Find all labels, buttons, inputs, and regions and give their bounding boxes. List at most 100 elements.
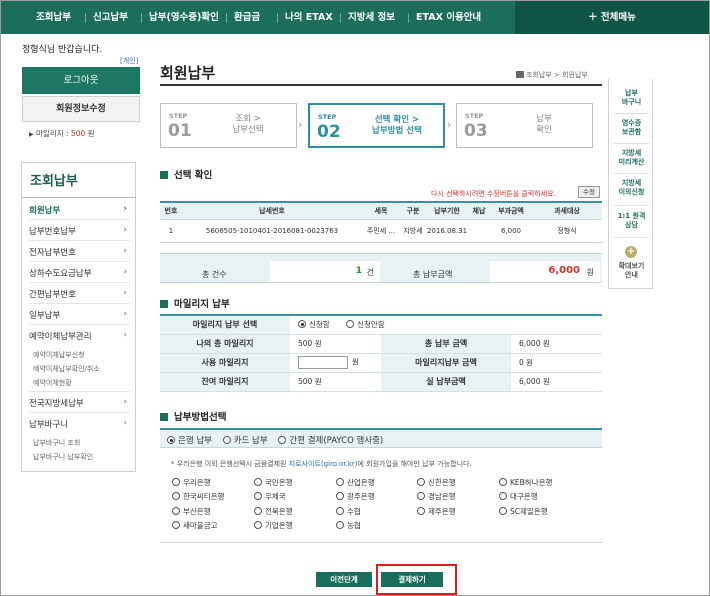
nav-item-my-etax[interactable]: 나의 ETAX bbox=[285, 1, 333, 34]
bank-label: 부산은행 bbox=[183, 507, 211, 516]
nav-divider bbox=[85, 13, 86, 23]
bank-option-citi[interactable]: 한국씨티은행 bbox=[172, 491, 224, 502]
section-bullet-icon bbox=[160, 300, 168, 308]
greeting-text: 정형식님 반갑습니다. bbox=[22, 45, 103, 55]
radio-bank-pay[interactable]: 은행 납부 bbox=[167, 436, 212, 446]
step-text: 조회 > 납부선택 bbox=[203, 114, 293, 136]
sidebar-item-paynum-pay[interactable]: 납부번호납부 › bbox=[29, 225, 130, 237]
chevron-right-icon: › bbox=[123, 309, 127, 319]
sidebar-subitem-basket-confirm[interactable]: 납부바구니 납부확인 bbox=[33, 452, 93, 462]
nav-item-refund[interactable]: 환급금 bbox=[234, 1, 260, 34]
bank-label: 경남은행 bbox=[428, 492, 456, 501]
total-amount-cell: 6,000 원 bbox=[490, 261, 600, 282]
bank-option-kookmin[interactable]: 국민은행 bbox=[254, 477, 293, 488]
divider bbox=[29, 240, 130, 241]
edit-button[interactable]: 수정 bbox=[578, 186, 600, 198]
sidebar-subitem-reserve-status[interactable]: 예약이체현황 bbox=[33, 378, 72, 388]
quick-label: 상담 bbox=[625, 221, 638, 229]
bank-option-ibk[interactable]: 기업은행 bbox=[254, 520, 293, 531]
radio-unchecked-icon bbox=[336, 507, 344, 515]
quick-zoom-guide[interactable]: 확대보기 안내 bbox=[609, 262, 654, 280]
radio-mileage-apply[interactable]: 신청함 bbox=[298, 320, 330, 329]
arrow-right-icon: ▶ bbox=[29, 131, 34, 138]
use-mileage-input[interactable] bbox=[298, 356, 348, 369]
mileage-unit: 원 bbox=[87, 129, 95, 138]
bank-option-post[interactable]: 우체국 bbox=[254, 491, 286, 502]
edit-profile-button[interactable]: 회원정보수정 bbox=[22, 96, 140, 122]
sidebar-title: 조회납부 bbox=[21, 162, 136, 198]
sidebar-subitem-reserve-cancel[interactable]: 예약이체납부확인/취소 bbox=[33, 364, 100, 374]
step-number: 02 bbox=[317, 122, 341, 142]
radio-unchecked-icon bbox=[222, 436, 231, 444]
total-amount-unit: 원 bbox=[586, 268, 594, 277]
quick-tax-calc[interactable]: 지방세 미리계산 bbox=[609, 149, 654, 167]
my-mileage-label: 나의 총 마일리지 bbox=[160, 334, 290, 354]
radio-mileage-decline[interactable]: 신청안함 bbox=[346, 320, 385, 329]
sidebar-item-member-pay[interactable]: 회원납부 › bbox=[29, 204, 130, 216]
sidebar-item-e-paynum[interactable]: 전자납부번호 › bbox=[29, 246, 130, 258]
cell-taxpayer: 정형식 bbox=[532, 219, 602, 243]
quick-remote-support[interactable]: 1:1 원격 상담 bbox=[609, 212, 654, 230]
mileage-value: 500 bbox=[70, 129, 86, 138]
cell-arrears bbox=[468, 219, 490, 243]
sidebar-item-partial-pay[interactable]: 일부납부 › bbox=[29, 309, 130, 321]
nav-item-report-pay[interactable]: 신고납부 bbox=[93, 1, 128, 34]
sidebar-item-reserve-transfer[interactable]: 예약이체납부관리 › bbox=[29, 330, 130, 342]
quick-label: 납부 bbox=[625, 89, 638, 97]
bank-option-suhyup[interactable]: 수협 bbox=[336, 506, 361, 517]
sidebar-subitem-basket-query[interactable]: 납부바구니 조회 bbox=[33, 438, 80, 448]
radio-label: 신청안함 bbox=[357, 320, 385, 330]
giro-link[interactable]: 지로사이트(giro.or.kr) bbox=[289, 460, 358, 468]
sidebar-item-basket[interactable]: 납부바구니 › bbox=[29, 418, 130, 430]
nav-item-local-tax-info[interactable]: 지방세 정보 bbox=[348, 1, 395, 34]
bank-option-mg[interactable]: 새마을금고 bbox=[172, 520, 218, 531]
bank-option-shinhan[interactable]: 신한은행 bbox=[417, 477, 456, 488]
nav-item-etax-guide[interactable]: ETAX 이용안내 bbox=[416, 1, 481, 34]
sidebar-item-label: 일부납부 bbox=[29, 311, 61, 321]
divider bbox=[614, 173, 649, 174]
cell-type: 지방세 bbox=[400, 219, 426, 243]
prev-step-button[interactable]: 이전단계 bbox=[316, 572, 372, 587]
bank-label: 전북은행 bbox=[265, 507, 293, 516]
pay-button[interactable]: 결제하기 bbox=[381, 572, 443, 587]
zoom-plus-icon[interactable]: + bbox=[625, 246, 637, 258]
all-menu-button[interactable]: ＋ 전체메뉴 bbox=[515, 1, 709, 34]
sidebar-item-water-bill[interactable]: 상하수도요금납부 › bbox=[29, 267, 130, 279]
total-count-label: 총 건수 bbox=[202, 270, 227, 279]
quick-label: 1:1 원격 bbox=[617, 212, 646, 220]
nav-item-query-pay[interactable]: 조회납부 bbox=[36, 1, 71, 34]
bank-option-woori[interactable]: 우리은행 bbox=[172, 477, 211, 488]
home-icon[interactable] bbox=[516, 71, 524, 78]
bank-option-kdb[interactable]: 산업은행 bbox=[336, 477, 375, 488]
bank-option-daegu[interactable]: 대구은행 bbox=[499, 491, 538, 502]
quick-label: 안내 bbox=[625, 271, 638, 279]
sidebar-subitem-reserve-apply[interactable]: 예약이체납부신청 bbox=[33, 350, 85, 360]
radio-simple-pay[interactable]: 간편 결제(PAYCO 행사중) bbox=[278, 436, 383, 446]
sidebar-item-simple-paynum[interactable]: 간편납부번호 › bbox=[29, 288, 130, 300]
radio-unchecked-icon bbox=[499, 507, 507, 515]
bank-option-kyongnam[interactable]: 경남은행 bbox=[417, 491, 456, 502]
table-row[interactable]: 1 5606505-1010401-2016081-0023763 주민세 ..… bbox=[160, 219, 602, 243]
radio-unchecked-icon bbox=[336, 478, 344, 486]
radio-card-pay[interactable]: 카드 납부 bbox=[222, 436, 268, 446]
bank-option-busan[interactable]: 부산은행 bbox=[172, 506, 211, 517]
logout-button[interactable]: 로그아웃 bbox=[22, 67, 140, 94]
nav-item-receipt-check[interactable]: 납부(영수증)확인 bbox=[149, 1, 219, 34]
quick-receipt-box[interactable]: 영수증 보관함 bbox=[609, 119, 654, 137]
mileage-label: 마일리지 : bbox=[36, 129, 69, 138]
bank-option-sc[interactable]: SC제일은행 bbox=[499, 506, 548, 517]
nav-divider bbox=[408, 13, 409, 23]
cell-amount: 6,000 bbox=[490, 219, 532, 243]
quick-basket[interactable]: 납부 바구니 bbox=[609, 89, 654, 107]
radio-unchecked-icon bbox=[499, 492, 507, 500]
sidebar-item-nationwide-pay[interactable]: 전국지방세납부 › bbox=[29, 397, 130, 409]
bank-option-nh[interactable]: 농협 bbox=[336, 520, 361, 531]
radio-unchecked-icon bbox=[336, 521, 344, 529]
quick-objection[interactable]: 지방세 이의신청 bbox=[609, 179, 654, 197]
radio-unchecked-icon bbox=[172, 507, 180, 515]
bank-option-gwangju[interactable]: 광주은행 bbox=[336, 491, 375, 502]
bank-option-jeju[interactable]: 제주은행 bbox=[417, 506, 456, 517]
bank-option-keb-hana[interactable]: KEB하나은행 bbox=[499, 477, 552, 488]
page-title: 회원납부 bbox=[160, 64, 216, 82]
bank-option-jeonbuk[interactable]: 전북은행 bbox=[254, 506, 293, 517]
